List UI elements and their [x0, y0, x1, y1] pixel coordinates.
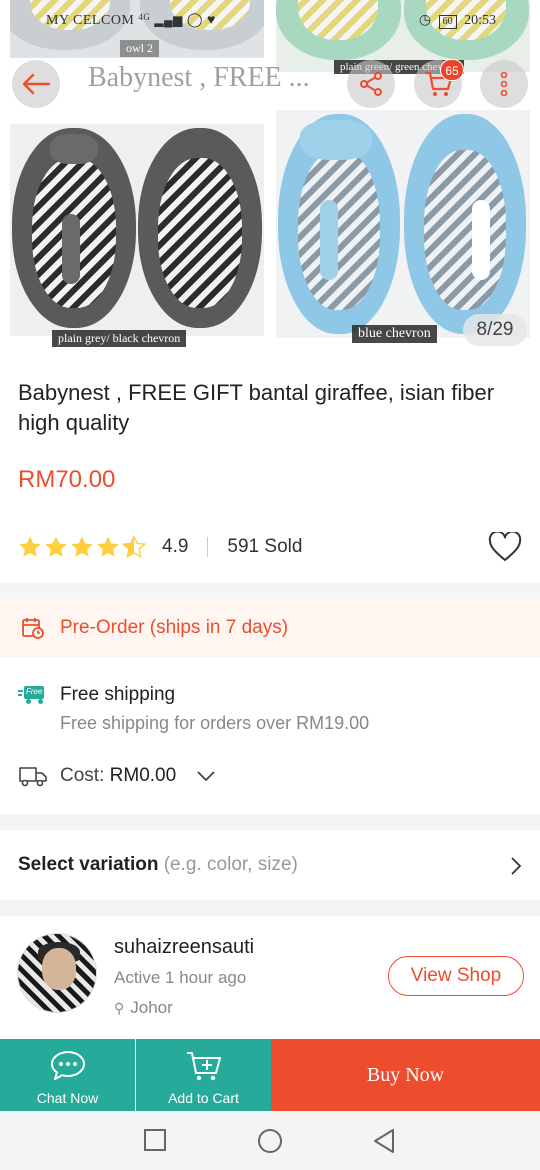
- system-navigation-bar: [0, 1111, 540, 1170]
- add-cart-icon: [186, 1052, 221, 1081]
- carrier-name: MY CELCOM: [46, 13, 135, 28]
- chat-now-label: Chat Now: [36, 1090, 99, 1106]
- product-image-carousel[interactable]: owl 2 plain green/ green chevron plain g…: [0, 0, 540, 350]
- chat-now-button[interactable]: Chat Now: [0, 1039, 135, 1111]
- back-arrow-icon: [22, 73, 51, 95]
- product-price: RM70.00: [18, 466, 116, 493]
- recent-apps-icon[interactable]: [143, 1128, 167, 1152]
- battery-icon: 60: [438, 15, 457, 29]
- photo-caption-grey: plain grey/ black chevron: [52, 330, 187, 347]
- variation-title: Select variation: [18, 854, 159, 875]
- calendar-clock-icon: [22, 618, 44, 639]
- status-bar: MY CELCOM 4G ▂▄▆ ◯ ♥ ◷ 60 20:53: [0, 10, 540, 34]
- more-options-button[interactable]: [480, 60, 528, 108]
- shop-section: suhaizreensauti Active 1 hour ago ⚲ Johor…: [0, 916, 540, 1040]
- free-badge-text: Free: [26, 687, 43, 696]
- share-button[interactable]: [347, 60, 395, 108]
- battery-level: 60: [442, 16, 453, 27]
- toolbar-title: Babynest , FREE ...: [88, 62, 310, 93]
- status-right: ◷ 60 20:53: [419, 12, 496, 29]
- back-nav-icon[interactable]: [372, 1128, 396, 1154]
- free-shipping-title: Free shipping: [60, 684, 176, 705]
- back-button[interactable]: [12, 60, 60, 108]
- add-to-cart-button[interactable]: Add to Cart: [136, 1039, 271, 1111]
- shop-name[interactable]: suhaizreensauti: [114, 936, 254, 959]
- product-photo-grey: [10, 124, 264, 336]
- star-icon: [71, 536, 93, 557]
- product-photo-blue: [276, 110, 530, 338]
- shop-location: ⚲ Johor: [114, 998, 173, 1018]
- photo-caption-owl: owl 2: [120, 40, 159, 57]
- alarm-icon: ◷: [418, 13, 432, 28]
- preorder-banner: Pre-Order (ships in 7 days): [0, 599, 540, 657]
- signal-icon: ▂▄▆: [154, 13, 183, 27]
- chevron-down-icon[interactable]: [196, 770, 216, 782]
- avatar-face: [42, 948, 76, 990]
- clock-time: 20:53: [464, 13, 496, 28]
- shipping-cost: Cost: RM0.00: [60, 765, 176, 787]
- shop-active-status: Active 1 hour ago: [114, 968, 247, 987]
- add-to-cart-label: Add to Cart: [168, 1090, 239, 1106]
- chat-bubble-icon: [50, 1051, 85, 1080]
- shop-location-text: Johor: [130, 998, 173, 1017]
- whatsapp-icon: ◯: [186, 13, 204, 28]
- variation-label: Select variation (e.g. color, size): [18, 854, 298, 876]
- image-page-counter: 8/29: [463, 314, 527, 346]
- bottom-bar-divider: [135, 1053, 136, 1097]
- free-shipping-icon: Free: [18, 686, 48, 704]
- star-icon: [19, 536, 41, 557]
- section-divider: [0, 900, 540, 916]
- divider: [207, 537, 209, 557]
- rating-stars: [18, 535, 146, 559]
- view-shop-button[interactable]: View Shop: [388, 956, 524, 996]
- star-icon: [97, 536, 119, 557]
- heart-notification-icon: ♥: [207, 13, 216, 28]
- heart-outline-icon: [488, 530, 522, 561]
- sold-count: 591 Sold: [227, 536, 303, 557]
- star-half-icon: [122, 535, 146, 559]
- chevron-right-icon: [511, 857, 522, 875]
- share-icon: [360, 72, 382, 96]
- preorder-text: Pre-Order (ships in 7 days): [60, 617, 289, 638]
- more-icon: [500, 71, 508, 97]
- buy-now-button[interactable]: Buy Now: [271, 1039, 540, 1111]
- free-shipping-subtitle: Free shipping for orders over RM19.00: [60, 713, 370, 733]
- cost-value: RM0.00: [109, 765, 177, 786]
- network-type: 4G: [138, 12, 151, 22]
- bottom-action-bar: Chat Now Add to Cart Buy Now: [0, 1039, 540, 1111]
- cost-label: Cost:: [60, 765, 105, 786]
- like-button[interactable]: [488, 530, 522, 567]
- location-pin-icon: ⚲: [114, 1000, 125, 1016]
- delivery-truck-icon: [19, 767, 47, 787]
- rating-value: 4.9: [162, 536, 189, 557]
- photo-caption-blue: blue chevron: [352, 325, 437, 343]
- select-variation-row[interactable]: Select variation (e.g. color, size): [0, 830, 540, 900]
- section-divider: [0, 814, 540, 830]
- star-icon: [45, 536, 67, 557]
- shop-avatar[interactable]: [17, 933, 97, 1013]
- product-title: Babynest , FREE GIFT bantal giraffee, is…: [18, 380, 495, 435]
- variation-hint: (e.g. color, size): [163, 854, 298, 875]
- carrier-label: MY CELCOM 4G ▂▄▆ ◯ ♥: [46, 12, 216, 29]
- home-icon[interactable]: [257, 1128, 283, 1154]
- section-divider: [0, 583, 540, 599]
- cart-count-badge: 65: [440, 59, 464, 81]
- rating-row: 4.9 591 Sold: [18, 530, 522, 562]
